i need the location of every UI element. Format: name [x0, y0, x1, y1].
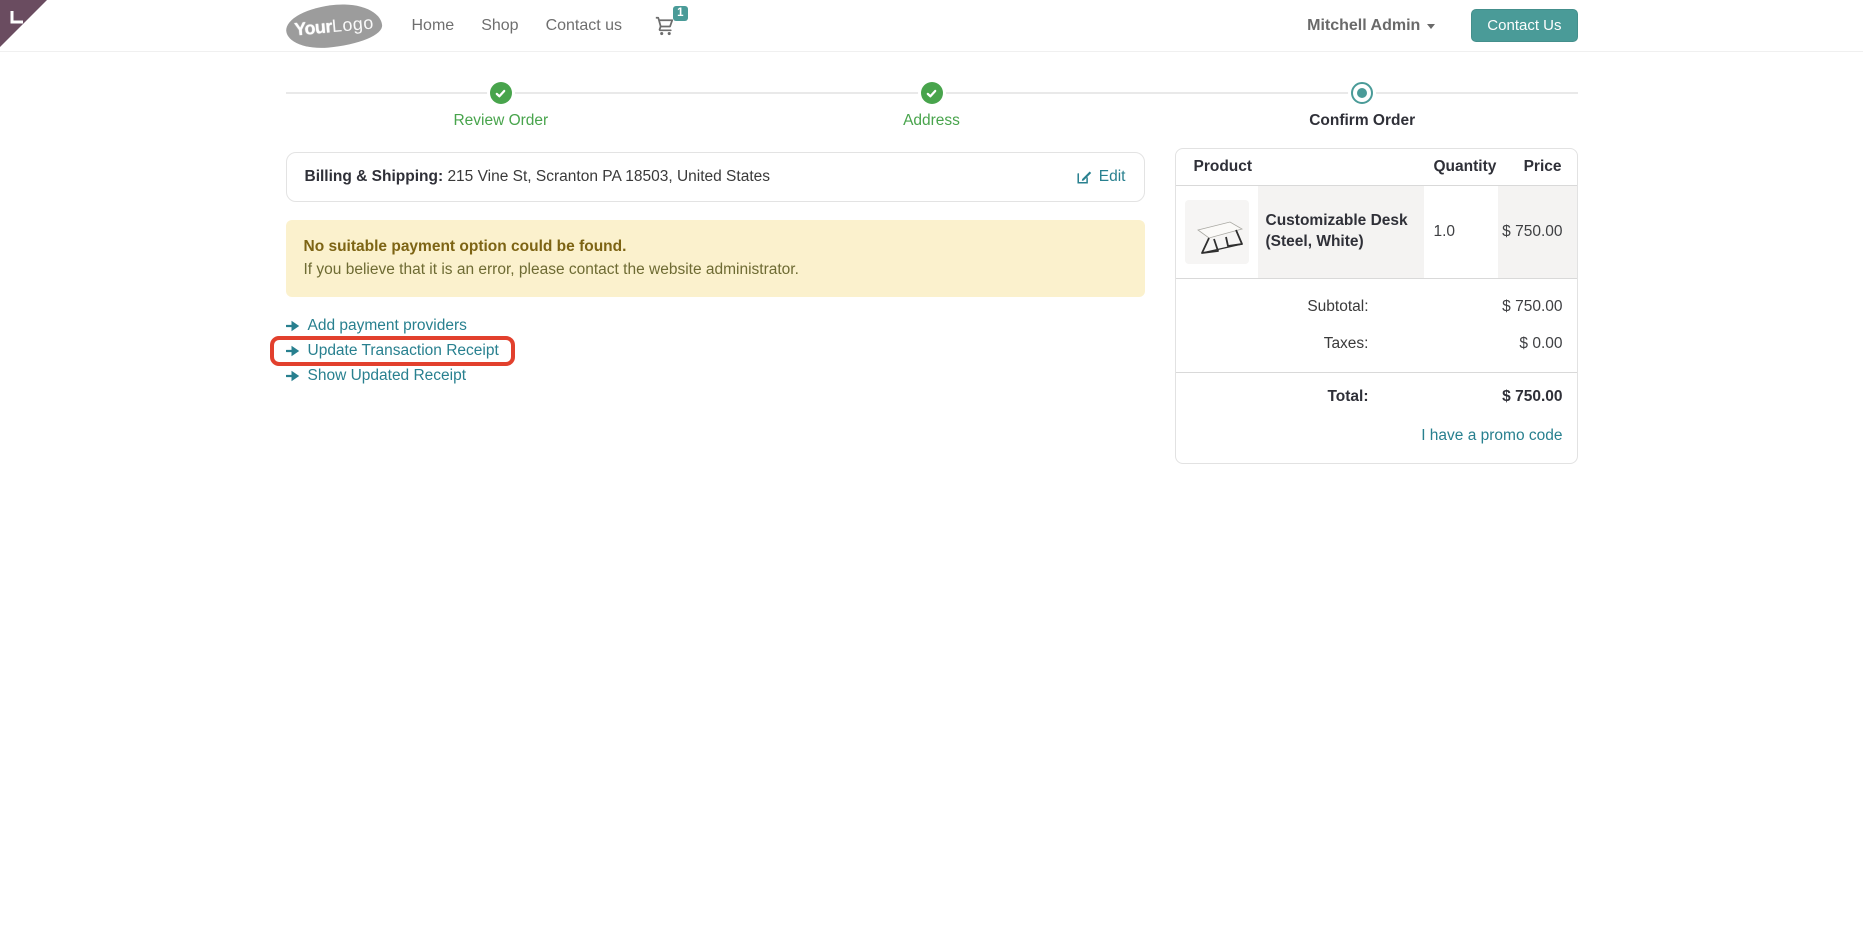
update-transaction-receipt-link[interactable]: Update Transaction Receipt	[285, 342, 499, 360]
promo-code-link[interactable]: I have a promo code	[1421, 427, 1562, 444]
check-icon	[495, 89, 506, 97]
contact-us-button[interactable]: Contact Us	[1471, 9, 1578, 42]
column-header-quantity: Quantity	[1433, 158, 1497, 175]
cart-button[interactable]: 1	[654, 5, 689, 37]
logo-text-your: Your	[292, 15, 333, 39]
step-done-marker[interactable]	[489, 82, 512, 104]
site-logo[interactable]: Your Logo	[283, 0, 384, 51]
taxes-label: Taxes:	[1323, 335, 1369, 352]
billing-shipping-card: Billing & Shipping: 215 Vine St, Scranto…	[285, 152, 1145, 202]
taxes-value: $ 0.00	[1519, 335, 1563, 352]
edit-link-label: Edit	[1098, 168, 1126, 185]
checkout-progress: Review Order Address Confirm Order	[285, 82, 1578, 130]
action-link-label: Add payment providers	[307, 317, 467, 334]
check-icon	[926, 89, 937, 97]
alert-title: No suitable payment option could be foun…	[303, 238, 627, 255]
main-nav: Home Shop Contact us	[412, 17, 623, 35]
show-updated-receipt-link[interactable]: Show Updated Receipt	[285, 367, 467, 385]
product-name: Customizable Desk (Steel, White)	[1257, 186, 1424, 278]
nav-link-contact-us[interactable]: Contact us	[546, 17, 622, 35]
step-review-order[interactable]: Review Order	[286, 82, 717, 130]
nav-link-home[interactable]: Home	[412, 17, 455, 35]
no-payment-option-alert: No suitable payment option could be foun…	[285, 220, 1145, 297]
corner-bracket-icon	[10, 11, 23, 24]
debug-corner-ribbon	[0, 0, 47, 47]
billing-shipping-text: Billing & Shipping: 215 Vine St, Scranto…	[305, 168, 771, 186]
user-menu-dropdown[interactable]: Mitchell Admin	[1307, 16, 1436, 35]
column-header-product: Product	[1193, 158, 1253, 175]
annotation-highlight-box: Update Transaction Receipt	[269, 336, 515, 366]
logo-text-logo: Logo	[330, 11, 375, 36]
nav-link-shop[interactable]: Shop	[481, 17, 518, 35]
subtotal-value: $ 750.00	[1502, 298, 1563, 315]
top-navbar: Your Logo Home Shop Contact us 1 Mitchell…	[0, 0, 1863, 52]
edit-icon	[1077, 171, 1091, 184]
order-summary-card: Product Quantity Price Customizable Desk…	[1174, 148, 1578, 464]
step-confirm-order: Confirm Order	[1147, 82, 1578, 130]
taxes-row: Taxes: $ 0.00	[1176, 326, 1577, 372]
action-link-label: Show Updated Receipt	[307, 367, 467, 384]
order-line-item: Customizable Desk (Steel, White) 1.0 $ 7…	[1175, 186, 1577, 279]
product-price: $ 750.00	[1497, 186, 1577, 278]
step-label[interactable]: Review Order	[453, 112, 548, 130]
user-menu-label: Mitchell Admin	[1307, 16, 1421, 34]
arrow-right-icon	[285, 370, 299, 382]
product-thumbnail-desk[interactable]	[1184, 200, 1249, 264]
edit-address-link[interactable]: Edit	[1076, 168, 1126, 186]
order-table-header: Product Quantity Price	[1175, 149, 1577, 186]
subtotal-row: Subtotal: $ 750.00	[1176, 279, 1577, 326]
step-label[interactable]: Address	[903, 112, 960, 130]
total-row: Total: $ 750.00	[1175, 372, 1577, 421]
chevron-down-icon	[1427, 24, 1436, 29]
total-label: Total:	[1327, 388, 1369, 405]
step-active-marker	[1351, 82, 1374, 104]
step-address[interactable]: Address	[716, 82, 1147, 130]
step-label: Confirm Order	[1309, 112, 1416, 129]
step-done-marker[interactable]	[920, 82, 943, 104]
billing-shipping-address: 215 Vine St, Scranton PA 18503, United S…	[447, 168, 771, 185]
add-payment-providers-link[interactable]: Add payment providers	[285, 317, 467, 335]
subtotal-label: Subtotal:	[1307, 298, 1369, 315]
arrow-right-icon	[285, 345, 299, 357]
billing-shipping-label: Billing & Shipping:	[304, 168, 444, 185]
alert-body: If you believe that it is an error, plea…	[303, 261, 799, 279]
product-quantity: 1.0	[1433, 223, 1456, 240]
column-header-price: Price	[1523, 158, 1562, 175]
total-value: $ 750.00	[1502, 388, 1563, 405]
arrow-right-icon	[285, 320, 299, 332]
action-link-label: Update Transaction Receipt	[307, 342, 499, 359]
payment-action-links: Add payment providers Update Transaction…	[269, 314, 1145, 389]
cart-count-badge: 1	[672, 5, 689, 21]
